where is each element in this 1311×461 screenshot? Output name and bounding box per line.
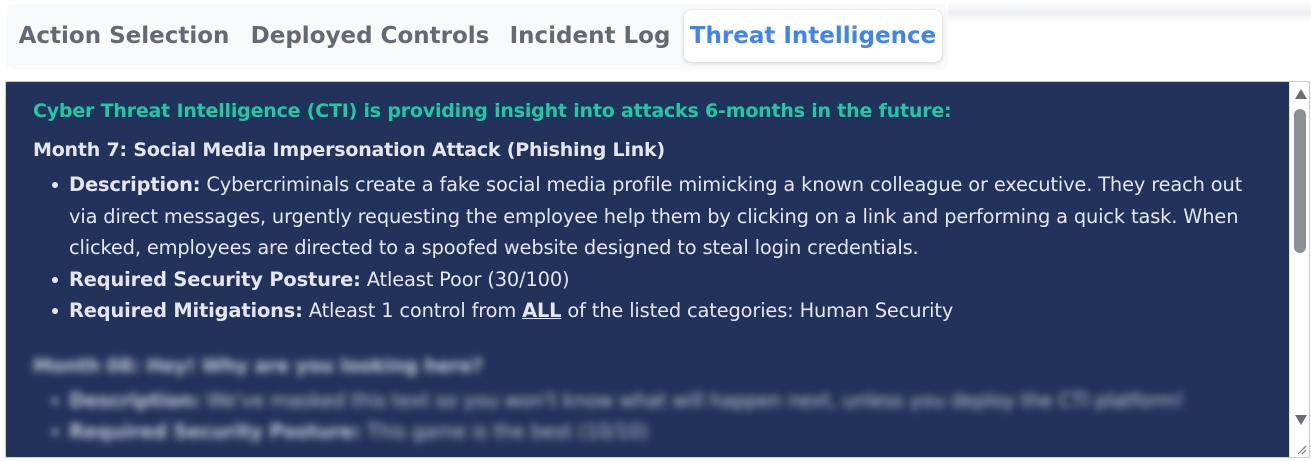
cti-heading: Cyber Threat Intelligence (CTI) is provi… bbox=[33, 100, 952, 122]
resize-grip-icon[interactable] bbox=[1295, 443, 1307, 455]
mitigations-text-pre: Atleast 1 control from bbox=[302, 299, 523, 322]
mitigations-label: Required Mitigations: bbox=[69, 299, 303, 322]
description-item: Description: Cybercriminals create a fak… bbox=[33, 169, 1273, 264]
threat-intelligence-panel[interactable]: Cyber Threat Intelligence (CTI) is provi… bbox=[5, 81, 1310, 458]
masked-posture-text: This game is the best (10/10) bbox=[360, 420, 649, 443]
scroll-up-arrow-icon[interactable] bbox=[1295, 89, 1307, 99]
tab-threat-intelligence[interactable]: Threat Intelligence bbox=[684, 10, 942, 62]
window-top-shadow bbox=[948, 0, 1311, 22]
masked-description-item: Description: We've masked this text so y… bbox=[33, 385, 1273, 417]
mitigations-item: Required Mitigations: Atleast 1 control … bbox=[33, 295, 1273, 327]
description-text: Cybercriminals create a fake social medi… bbox=[69, 173, 1243, 259]
masked-description-text: We've masked this text so you won't know… bbox=[200, 388, 1184, 412]
tab-action-selection[interactable]: Action Selection bbox=[8, 10, 240, 62]
masked-future-month: Month 08: Hey! Why are you looking here?… bbox=[33, 353, 1273, 448]
month-title: Month 7: Social Media Impersonation Atta… bbox=[33, 139, 665, 161]
month-details-list: Description: Cybercriminals create a fak… bbox=[33, 169, 1273, 327]
scroll-down-arrow-icon[interactable] bbox=[1295, 415, 1307, 425]
masked-posture-item: Required Security Posture: This game is … bbox=[33, 416, 1273, 448]
posture-text: Atleast Poor (30/100) bbox=[360, 267, 570, 291]
description-label: Description: bbox=[69, 173, 201, 196]
scrollbar-thumb[interactable] bbox=[1294, 109, 1306, 253]
mitigations-emphasis: ALL bbox=[522, 299, 562, 322]
tab-incident-log[interactable]: Incident Log bbox=[502, 10, 678, 62]
panel-content: Cyber Threat Intelligence (CTI) is provi… bbox=[33, 96, 1273, 448]
mitigations-text-post: of the listed categories: Human Security bbox=[561, 299, 954, 322]
masked-month-title: Month 08: Hey! Why are you looking here? bbox=[33, 354, 483, 377]
masked-details-list: Description: We've masked this text so y… bbox=[33, 385, 1273, 448]
masked-posture-label: Required Security Posture: bbox=[69, 420, 361, 443]
tab-bar: Action Selection Deployed Controls Incid… bbox=[6, 4, 948, 70]
posture-item: Required Security Posture: Atleast Poor … bbox=[33, 264, 1273, 296]
masked-description-label: Description: bbox=[69, 388, 201, 412]
tab-deployed-controls[interactable]: Deployed Controls bbox=[242, 10, 498, 62]
posture-label: Required Security Posture: bbox=[69, 267, 361, 291]
vertical-scrollbar[interactable] bbox=[1289, 82, 1309, 457]
